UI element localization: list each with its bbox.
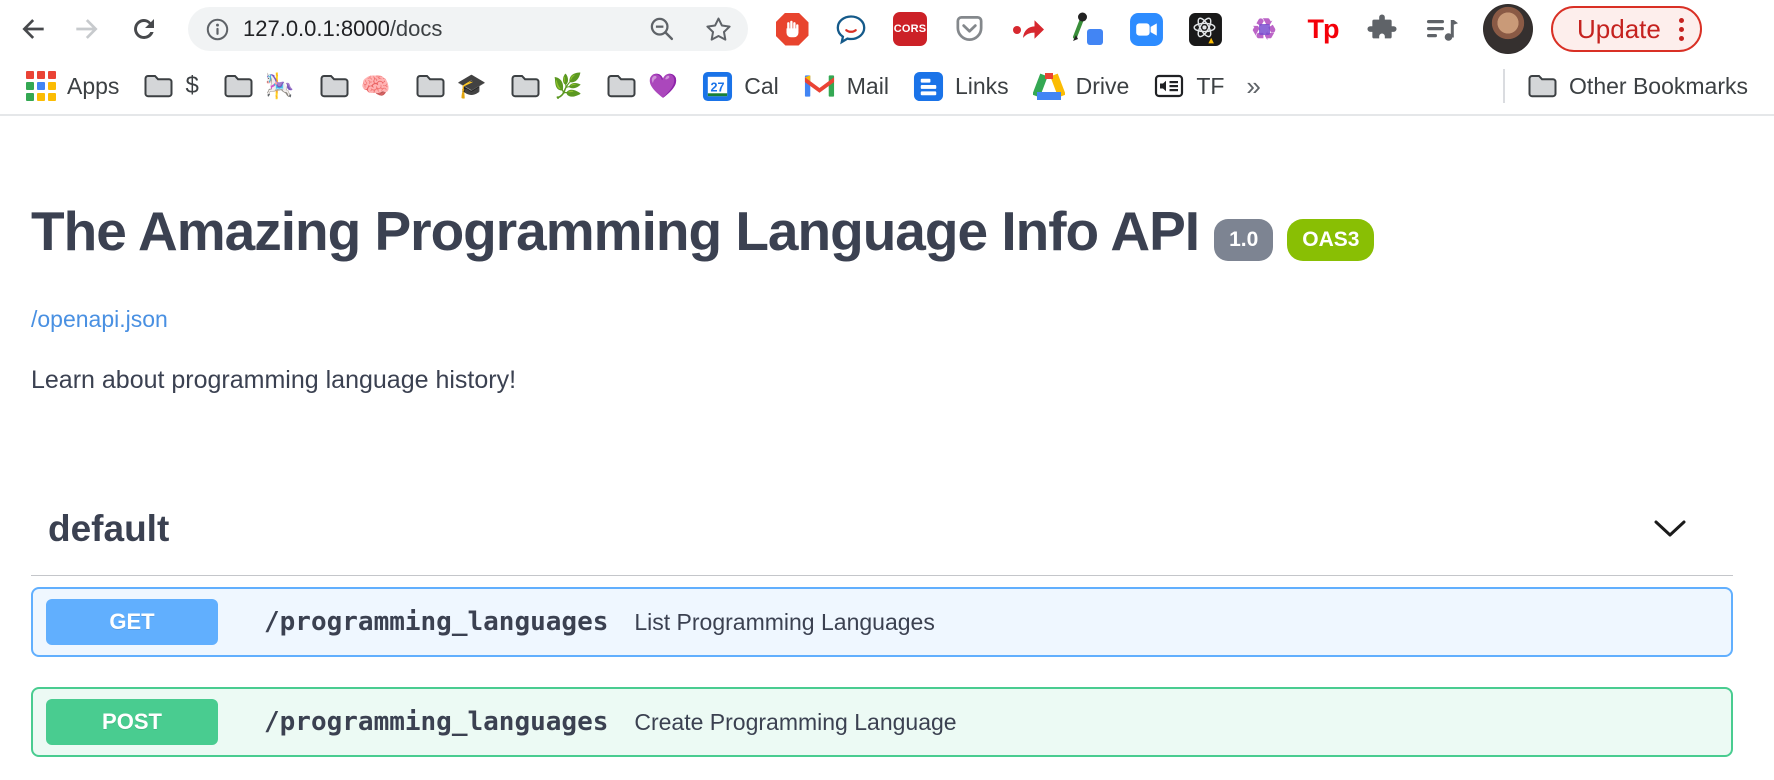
media-queue-icon[interactable] (1423, 11, 1459, 47)
bookmark-tf[interactable]: TF (1141, 70, 1236, 102)
api-badges: 1.0 OAS3 (1214, 219, 1374, 261)
react-devtools-icon[interactable] (1187, 11, 1223, 47)
svg-text:27: 27 (711, 80, 725, 94)
adblock-stop-hand-icon[interactable] (774, 11, 810, 47)
color-picker-extension-icon[interactable] (1069, 11, 1105, 47)
get-method-badge: GET (46, 599, 218, 645)
update-button[interactable]: Update (1551, 6, 1702, 52)
folder-icon (319, 73, 350, 99)
recycle-extension-icon[interactable]: ♻ (1246, 11, 1282, 47)
forward-button[interactable] (68, 9, 108, 49)
folder-icon (143, 73, 174, 99)
bookmarks-bar: Apps $ 🎠 🧠 🎓 🌿 💜 27 Cal Mail Links Drive (0, 58, 1774, 114)
bookmark-folder-brain[interactable]: 🧠 (307, 72, 403, 101)
openapi-spec-link[interactable]: /openapi.json (31, 306, 168, 333)
links-list-icon (913, 71, 944, 102)
pocket-icon[interactable] (951, 11, 987, 47)
google-calendar-icon: 27 (702, 71, 733, 102)
bookmark-links[interactable]: Links (901, 71, 1021, 102)
endpoint-path: /programming_languages (264, 707, 608, 737)
forward-arrow-icon (71, 12, 105, 46)
url-text[interactable]: 127.0.0.1:8000/docs (243, 16, 647, 42)
bookmark-star-icon[interactable] (703, 14, 734, 45)
endpoint-path: /programming_languages (264, 607, 608, 637)
bookmark-calendar[interactable]: 27 Cal (690, 71, 791, 102)
page-title: The Amazing Programming Language Info AP… (31, 198, 1199, 264)
bookmark-folder-graduation[interactable]: 🎓 (403, 72, 499, 101)
gmail-icon (803, 73, 836, 99)
api-description: Learn about programming language history… (31, 366, 1733, 395)
section-title: default (48, 509, 169, 549)
toucan-tp-icon[interactable]: Tp (1305, 11, 1341, 47)
version-badge: 1.0 (1214, 219, 1273, 261)
back-arrow-icon (15, 12, 49, 46)
chat-bubble-icon[interactable] (833, 11, 869, 47)
browser-toolbar: 127.0.0.1:8000/docs CORS (0, 0, 1774, 58)
bookmark-drive[interactable]: Drive (1021, 72, 1142, 100)
swagger-docs-page: The Amazing Programming Language Info AP… (0, 198, 1774, 757)
site-info-icon[interactable] (204, 16, 231, 43)
profile-avatar[interactable] (1483, 4, 1533, 54)
folder-icon (415, 73, 446, 99)
oas3-badge: OAS3 (1287, 219, 1374, 261)
bookmark-gmail[interactable]: Mail (791, 73, 901, 100)
extensions-puzzle-icon[interactable] (1364, 11, 1400, 47)
cors-extension-icon[interactable]: CORS (892, 11, 928, 47)
redo-arrow-extension-icon[interactable] (1010, 11, 1046, 47)
other-bookmarks-group: Other Bookmarks (1493, 69, 1760, 103)
reload-icon (128, 13, 160, 45)
other-bookmarks[interactable]: Other Bookmarks (1515, 73, 1760, 100)
tf-news-icon (1153, 70, 1185, 102)
endpoint-summary: List Programming Languages (634, 609, 934, 636)
post-method-badge: POST (46, 699, 218, 745)
folder-icon (606, 73, 637, 99)
extensions-row: CORS ♻ Tp (774, 11, 1459, 47)
google-drive-icon (1033, 72, 1065, 100)
reload-button[interactable] (124, 9, 164, 49)
bookmark-folder-heart[interactable]: 💜 (594, 72, 690, 101)
bookmark-folder-carousel[interactable]: 🎠 (211, 72, 307, 101)
bookmark-folder-dollar[interactable]: $ (131, 72, 210, 100)
zoom-app-icon[interactable] (1128, 11, 1164, 47)
bookmarks-divider (1503, 69, 1505, 103)
section-default-header[interactable]: default (31, 509, 1733, 576)
bookmarks-overflow-chevron[interactable]: » (1236, 71, 1270, 102)
address-bar[interactable]: 127.0.0.1:8000/docs (188, 7, 748, 51)
bookmark-folder-herb[interactable]: 🌿 (498, 72, 594, 101)
zoom-out-icon[interactable] (647, 14, 677, 44)
back-button[interactable] (12, 9, 52, 49)
endpoint-get-programming-languages[interactable]: GET /programming_languages List Programm… (31, 587, 1733, 657)
endpoint-summary: Create Programming Language (634, 709, 956, 736)
folder-icon (1527, 73, 1558, 99)
browser-menu-kebab-icon[interactable] (1679, 18, 1684, 41)
chevron-down-icon[interactable] (1653, 519, 1687, 539)
apps-grid-icon (26, 71, 56, 101)
folder-icon (510, 73, 541, 99)
api-title-row: The Amazing Programming Language Info AP… (31, 198, 1733, 264)
folder-icon (223, 73, 254, 99)
bookmark-apps[interactable]: Apps (14, 71, 131, 101)
toolbar-page-divider (0, 114, 1774, 116)
endpoint-post-programming-languages[interactable]: POST /programming_languages Create Progr… (31, 687, 1733, 757)
